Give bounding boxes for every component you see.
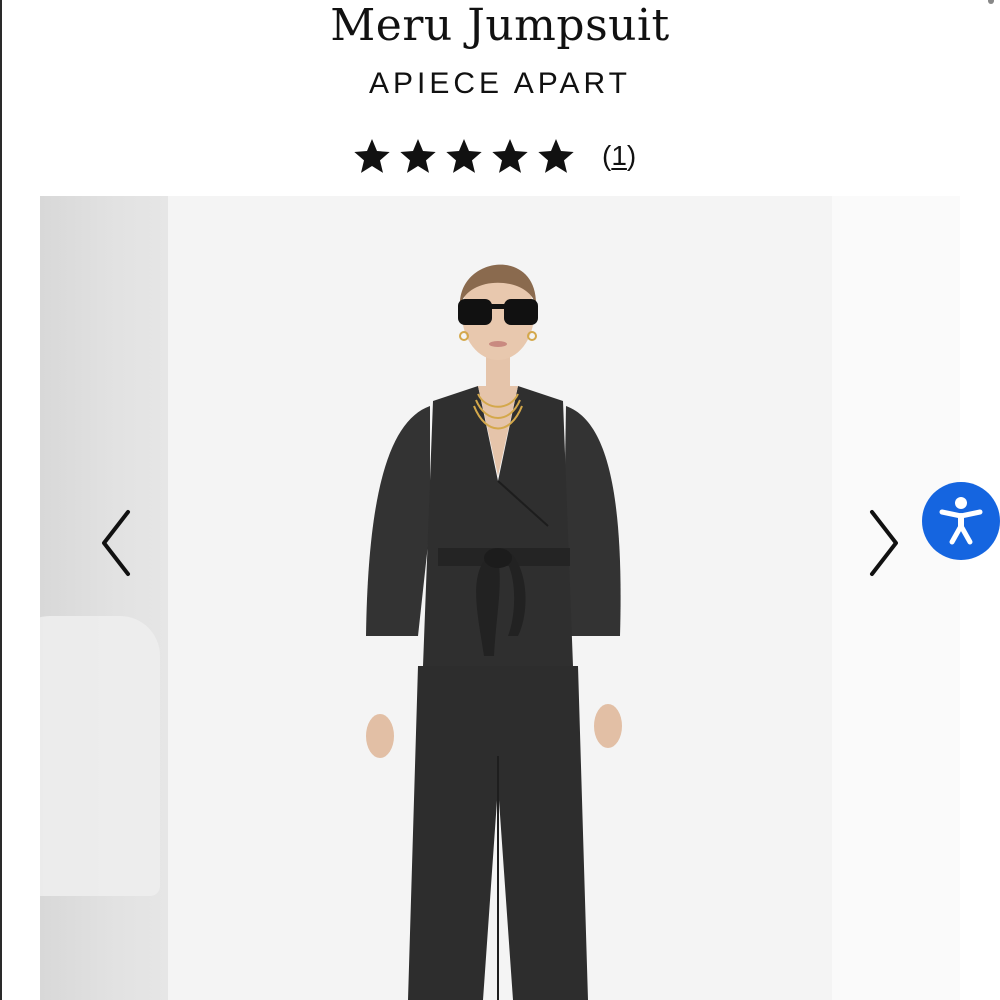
- star-icon: [538, 139, 574, 173]
- accessibility-button[interactable]: [922, 482, 1000, 560]
- star-icon: [354, 139, 390, 173]
- chevron-left-icon[interactable]: [96, 508, 136, 578]
- star-icon: [492, 139, 528, 173]
- product-rating[interactable]: (1): [352, 134, 636, 178]
- chevron-right-icon[interactable]: [864, 508, 904, 578]
- product-image-gallery[interactable]: [0, 196, 1000, 1000]
- previous-slide-image[interactable]: [40, 196, 168, 1000]
- star-rating: [352, 136, 576, 176]
- previous-slide-garment: [40, 616, 160, 896]
- next-slide-image[interactable]: [832, 196, 960, 1000]
- accessibility-person-icon: [939, 497, 983, 545]
- review-count-link[interactable]: (1): [602, 140, 636, 172]
- product-title: Meru Jumpsuit: [330, 0, 670, 51]
- model-photo: [366, 264, 622, 1000]
- main-product-image[interactable]: [168, 196, 832, 1000]
- star-icon: [400, 139, 436, 173]
- brand-name[interactable]: APIECE APART: [0, 66, 1000, 102]
- star-icon: [446, 139, 482, 173]
- review-count: 1: [611, 140, 627, 171]
